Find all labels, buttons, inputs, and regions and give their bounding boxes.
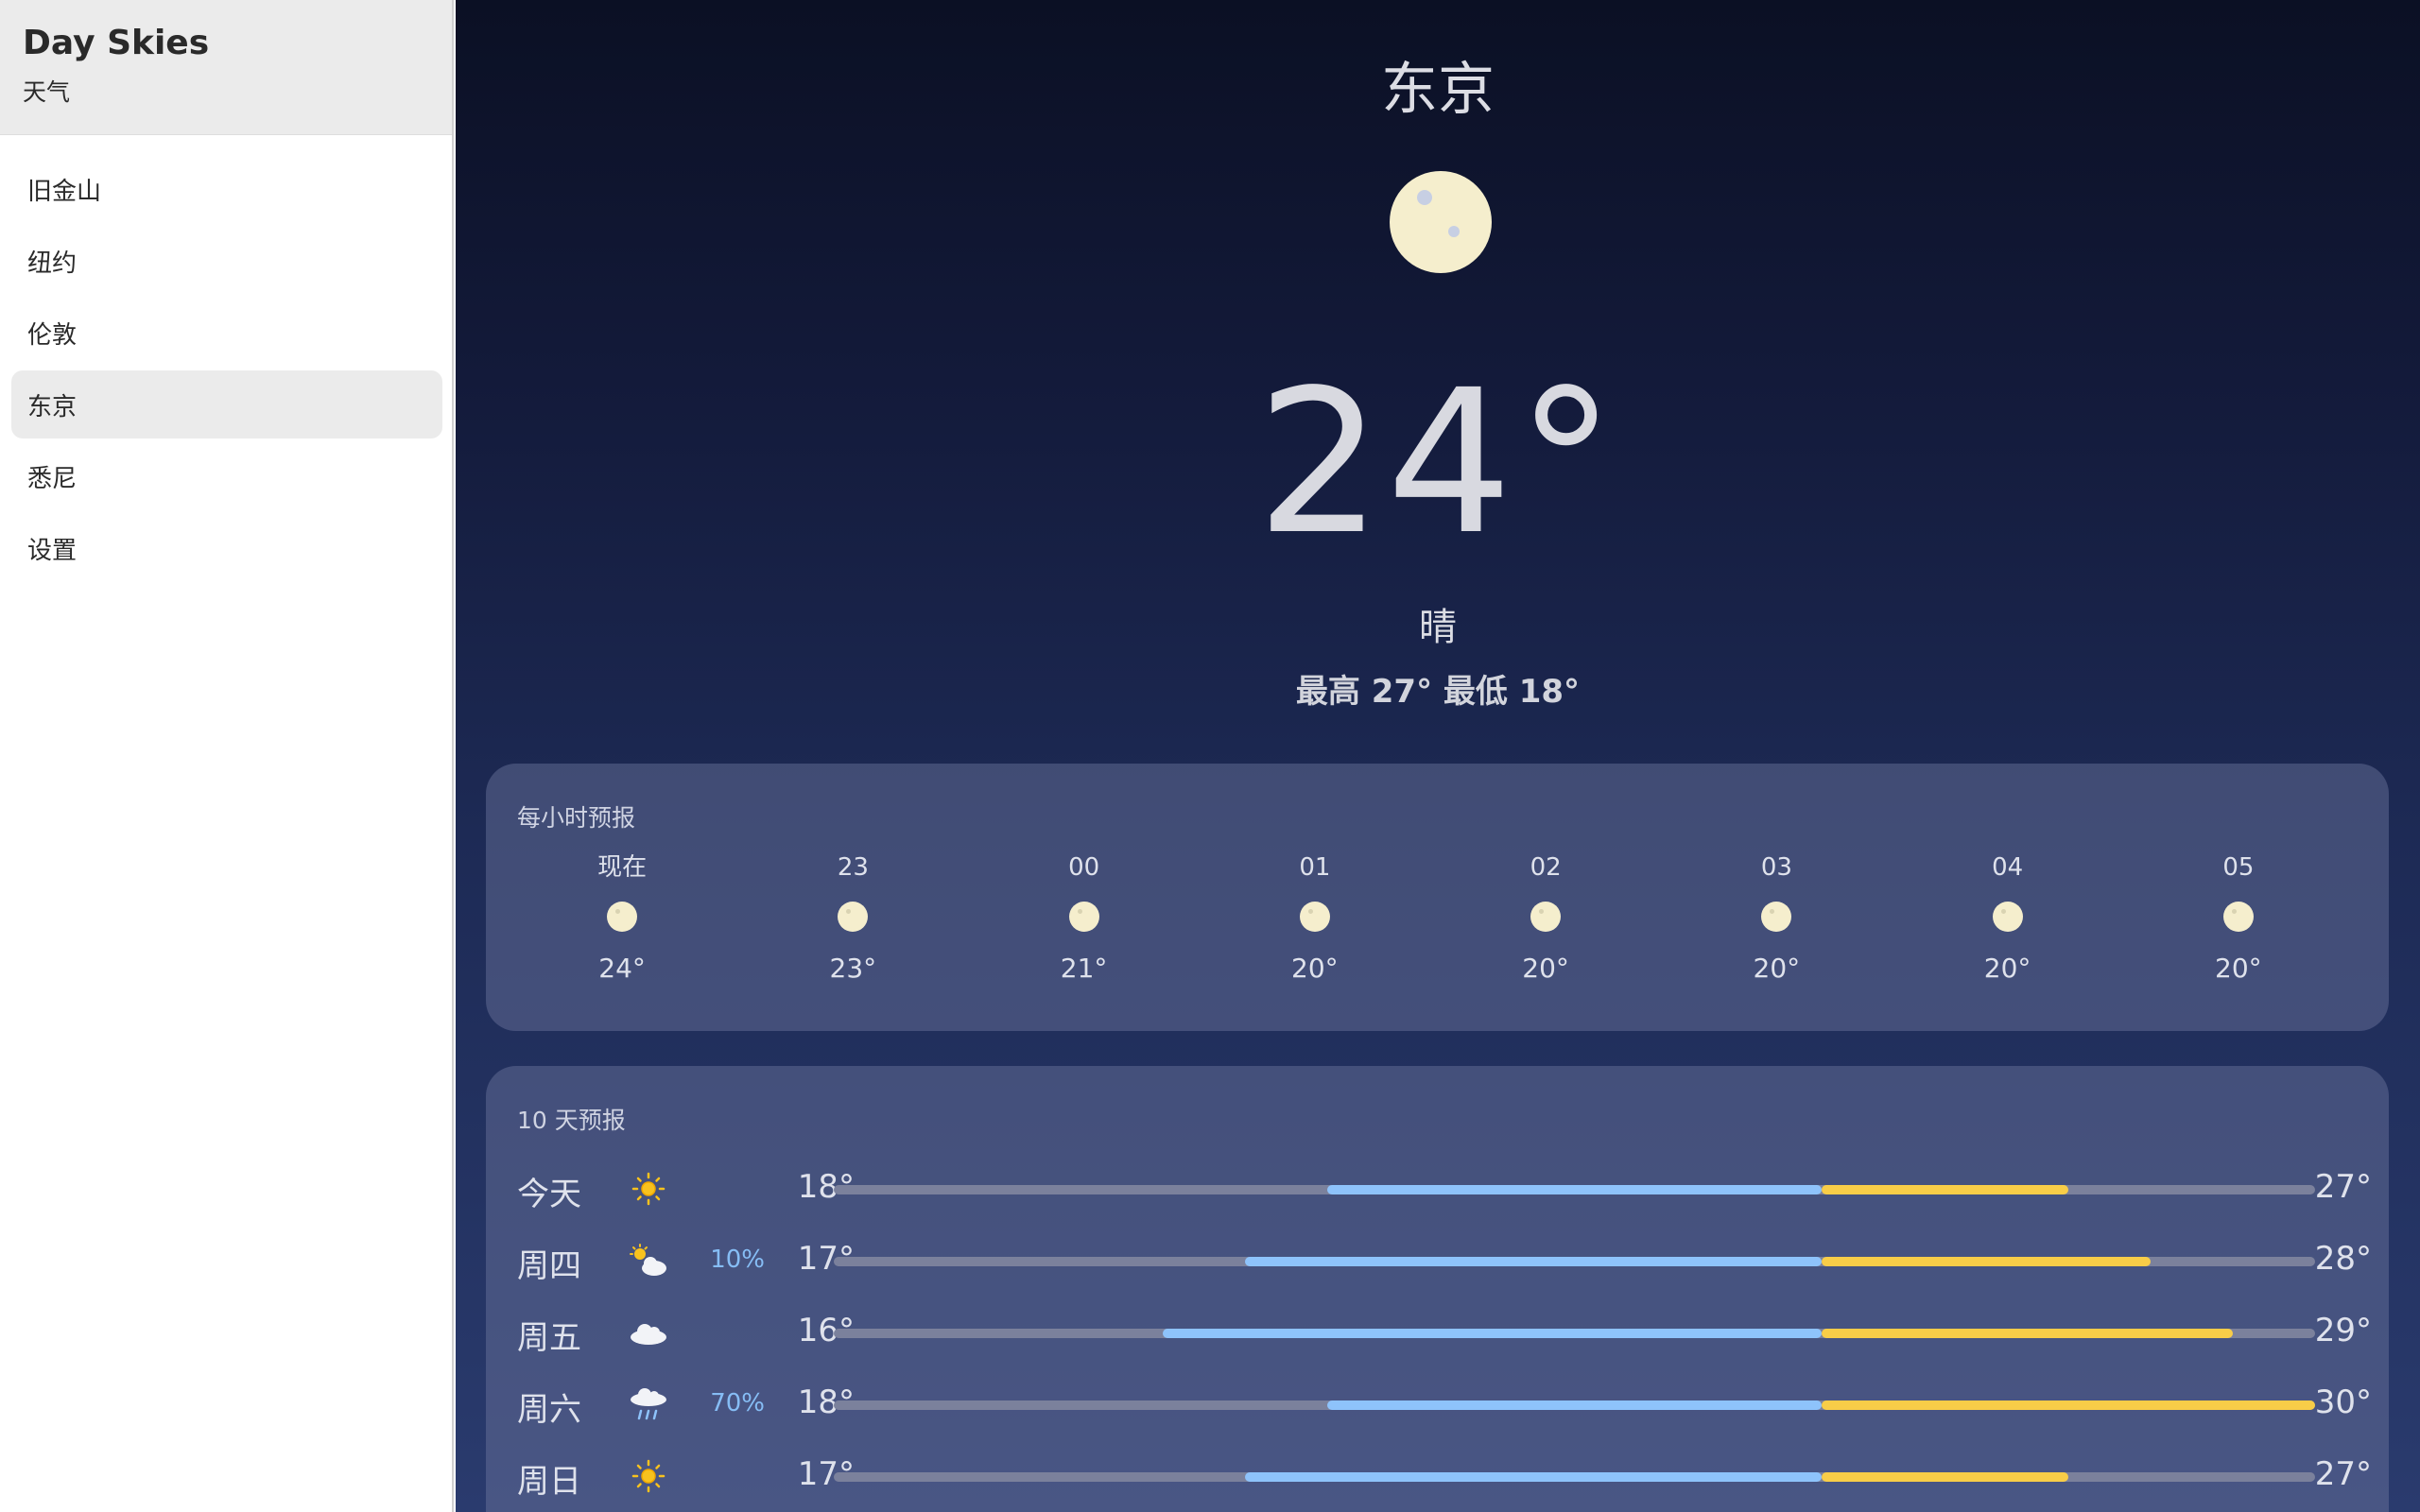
hour-temp: 20° bbox=[1753, 953, 1801, 984]
day-row: 周六 70% 18° 30° bbox=[486, 1366, 2389, 1438]
sidebar: Day Skies 天气 旧金山 纽约 伦敦 东京 悉尼 设置 bbox=[0, 0, 454, 1512]
hour-item: 02 20° bbox=[1430, 850, 1661, 984]
hour-temp: 24° bbox=[598, 953, 646, 984]
hour-label: 01 bbox=[1299, 853, 1331, 882]
city-nav: 旧金山 纽约 伦敦 东京 悉尼 设置 bbox=[11, 155, 442, 586]
day-high: 27° bbox=[2314, 1168, 2372, 1206]
day-name: 周六 bbox=[517, 1391, 581, 1429]
hour-temp: 20° bbox=[2215, 953, 2262, 984]
hour-label: 04 bbox=[1992, 853, 2024, 882]
temp-range-bar bbox=[834, 1329, 2315, 1338]
hour-item: 05 20° bbox=[2123, 850, 2354, 984]
hour-label: 03 bbox=[1760, 853, 1792, 882]
temp-range-bar bbox=[834, 1472, 2315, 1482]
partly-cloudy-icon bbox=[630, 1244, 666, 1276]
sidebar-item-sydney[interactable]: 悉尼 bbox=[11, 442, 442, 510]
temp-range-cool bbox=[1327, 1185, 1822, 1194]
day-name: 周四 bbox=[517, 1247, 581, 1285]
day-name: 周日 bbox=[517, 1463, 581, 1501]
sidebar-item-san-francisco[interactable]: 旧金山 bbox=[11, 155, 442, 223]
high-low: 最高 27° 最低 18° bbox=[1295, 673, 1581, 711]
daily-title: 10 天预报 bbox=[517, 1107, 626, 1134]
hourly-list: 现在 24° 23 23° 00 21° 01 20° 02 20° 03 20… bbox=[507, 850, 2354, 984]
moon-icon bbox=[1761, 902, 1792, 932]
temp-range-cool bbox=[1245, 1472, 1822, 1482]
app-title: Day Skies bbox=[23, 24, 210, 62]
day-high: 27° bbox=[2314, 1455, 2372, 1493]
day-high: 30° bbox=[2314, 1383, 2372, 1421]
day-row: 周五 16° 29° bbox=[486, 1295, 2389, 1366]
moon-crater bbox=[1417, 190, 1432, 205]
temp-range-bar bbox=[834, 1400, 2315, 1410]
current-condition: 晴 bbox=[1419, 606, 1457, 649]
sidebar-item-settings[interactable]: 设置 bbox=[11, 514, 442, 582]
temp-range-bar bbox=[834, 1257, 2315, 1266]
day-name: 周五 bbox=[517, 1319, 581, 1357]
sidebar-item-london[interactable]: 伦敦 bbox=[11, 299, 442, 367]
day-high: 28° bbox=[2314, 1240, 2372, 1278]
day-name: 今天 bbox=[517, 1176, 581, 1213]
sidebar-item-tokyo[interactable]: 东京 bbox=[11, 370, 442, 438]
moon-icon bbox=[1390, 171, 1492, 273]
hour-item: 23 23° bbox=[737, 850, 968, 984]
hour-temp: 20° bbox=[1291, 953, 1339, 984]
moon-icon bbox=[2222, 902, 2254, 932]
hourly-title: 每小时预报 bbox=[517, 804, 636, 832]
sidebar-item-new-york[interactable]: 纽约 bbox=[11, 227, 442, 295]
temp-range-warm bbox=[1821, 1257, 2151, 1266]
day-row: 周四 10% 17° 28° bbox=[486, 1223, 2389, 1295]
precip-chance: 10% bbox=[710, 1246, 765, 1274]
temp-range-cool bbox=[1245, 1257, 1822, 1266]
hour-label: 00 bbox=[1068, 853, 1100, 882]
hour-label: 23 bbox=[837, 853, 869, 882]
temp-range-warm bbox=[1821, 1400, 2315, 1410]
temp-range-warm bbox=[1821, 1185, 2068, 1194]
hour-temp: 20° bbox=[1522, 953, 1569, 984]
moon-icon bbox=[1068, 902, 1099, 932]
temp-range-cool bbox=[1163, 1329, 1822, 1338]
hour-item: 现在 24° bbox=[507, 850, 737, 984]
moon-icon bbox=[1530, 902, 1562, 932]
hour-temp: 21° bbox=[1060, 953, 1108, 984]
hour-label: 02 bbox=[1530, 853, 1562, 882]
app-subtitle: 天气 bbox=[23, 78, 71, 106]
moon-crater bbox=[1448, 226, 1460, 237]
current-temperature: 24° bbox=[1255, 347, 1620, 578]
moon-icon bbox=[1299, 902, 1330, 932]
daily-list: 今天 18° 27° 周四 10% 17° 28° 周五 16° 29° 周六 … bbox=[486, 1151, 2389, 1510]
day-row: 周日 17° 27° bbox=[486, 1438, 2389, 1510]
hour-temp: 20° bbox=[1983, 953, 2031, 984]
sun-icon bbox=[631, 1459, 666, 1493]
sidebar-header: Day Skies 天气 bbox=[0, 0, 452, 135]
rain-icon bbox=[631, 1388, 666, 1420]
hourly-forecast-card: 每小时预报 现在 24° 23 23° 00 21° 01 20° 02 20°… bbox=[486, 764, 2389, 1031]
sun-icon bbox=[631, 1172, 666, 1206]
hour-item: 04 20° bbox=[1893, 850, 2123, 984]
temp-range-bar bbox=[834, 1185, 2315, 1194]
hour-temp: 23° bbox=[829, 953, 877, 984]
moon-icon bbox=[838, 902, 869, 932]
hour-label: 05 bbox=[2222, 853, 2255, 882]
day-row: 今天 18° 27° bbox=[486, 1151, 2389, 1223]
temp-range-cool bbox=[1327, 1400, 1822, 1410]
temp-range-warm bbox=[1821, 1329, 2233, 1338]
hour-item: 03 20° bbox=[1661, 850, 1892, 984]
precip-chance: 70% bbox=[710, 1389, 765, 1418]
hour-label: 现在 bbox=[597, 853, 648, 882]
hour-item: 00 21° bbox=[969, 850, 1200, 984]
daily-forecast-card: 10 天预报 今天 18° 27° 周四 10% 17° 28° 周五 16° … bbox=[486, 1066, 2389, 1512]
day-high: 29° bbox=[2314, 1312, 2372, 1349]
hour-item: 01 20° bbox=[1200, 850, 1430, 984]
moon-icon bbox=[1992, 902, 2023, 932]
city-title: 东京 bbox=[1381, 57, 1495, 123]
moon-icon bbox=[607, 902, 638, 932]
weather-main: 东京 24° 晴 最高 27° 最低 18° 每小时预报 现在 24° 23 2… bbox=[456, 0, 2420, 1512]
cloud-icon bbox=[631, 1324, 666, 1345]
temp-range-warm bbox=[1821, 1472, 2068, 1482]
